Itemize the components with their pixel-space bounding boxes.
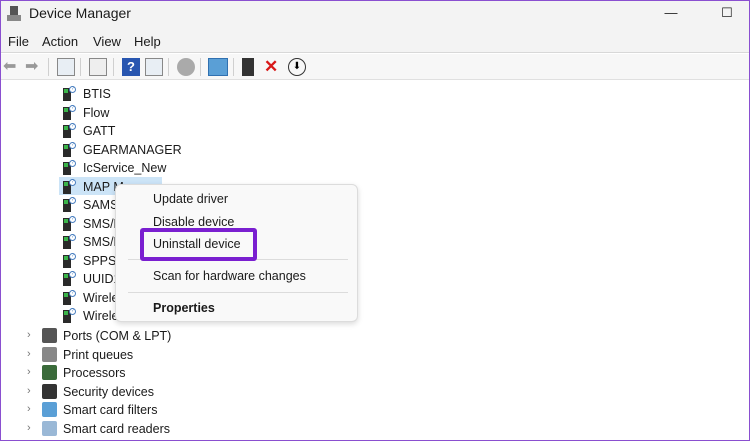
category-item[interactable]: Processors xyxy=(63,364,126,382)
smart-card-filter-icon xyxy=(42,402,57,417)
device-item[interactable]: BTIS xyxy=(83,85,111,103)
bluetooth-device-icon: ? xyxy=(61,215,76,232)
device-item[interactable]: Wirele xyxy=(83,289,118,307)
device-item[interactable]: Flow xyxy=(83,104,109,122)
menu-file[interactable]: File xyxy=(8,34,29,49)
bluetooth-device-icon: ? xyxy=(61,271,76,287)
category-item[interactable]: Print queues xyxy=(63,346,133,364)
menu-item-update-driver[interactable]: Update driver xyxy=(153,192,228,206)
bluetooth-device-icon: ? xyxy=(61,308,76,324)
device-item[interactable]: IcService_New xyxy=(83,159,166,177)
expand-chevron-icon[interactable]: › xyxy=(27,403,31,415)
expand-chevron-icon[interactable]: › xyxy=(27,385,31,397)
maximize-button[interactable]: ☐ xyxy=(717,5,737,23)
properties-icon[interactable] xyxy=(89,58,107,76)
forward-icon[interactable]: ➡ xyxy=(25,58,43,76)
highlight-box xyxy=(140,228,257,261)
menu-separator xyxy=(128,292,348,293)
help-icon[interactable]: ? xyxy=(122,58,140,76)
window-title: Device Manager xyxy=(29,5,131,21)
menu-bar: File Action View Help xyxy=(1,29,749,53)
back-icon[interactable]: ⬅ xyxy=(3,58,21,76)
security-device-icon xyxy=(42,383,57,399)
enable-device-icon[interactable] xyxy=(242,58,254,76)
expand-chevron-icon[interactable]: › xyxy=(27,422,31,434)
disable-device-icon[interactable]: ⬇ xyxy=(288,58,306,76)
uninstall-icon[interactable]: ✕ xyxy=(264,58,282,76)
expand-chevron-icon[interactable]: › xyxy=(27,348,31,360)
printer-icon xyxy=(42,346,57,362)
menu-item-scan-hardware[interactable]: Scan for hardware changes xyxy=(153,269,306,283)
menu-action[interactable]: Action xyxy=(42,34,78,49)
action-pane-icon[interactable] xyxy=(145,58,163,76)
bluetooth-device-icon: ? xyxy=(61,160,76,176)
ports-icon xyxy=(42,328,57,343)
device-item[interactable]: GATT xyxy=(83,122,115,140)
menu-help[interactable]: Help xyxy=(134,34,161,49)
device-item[interactable]: GEARMANAGER xyxy=(83,141,182,159)
category-item[interactable]: Ports (COM & LPT) xyxy=(63,327,171,345)
title-bar: Device Manager — ☐ xyxy=(1,1,749,29)
menu-item-properties[interactable]: Properties xyxy=(153,301,215,315)
bluetooth-device-icon: ? xyxy=(61,86,76,102)
processor-icon xyxy=(42,365,57,380)
menu-item-disable-device[interactable]: Disable device xyxy=(153,215,234,229)
expand-chevron-icon[interactable]: › xyxy=(27,366,31,378)
bluetooth-device-icon: ? xyxy=(61,234,76,250)
bluetooth-device-icon: ? xyxy=(61,252,76,269)
bluetooth-device-icon: ? xyxy=(61,123,76,139)
bluetooth-device-icon: ? xyxy=(61,178,76,195)
category-item[interactable]: Security devices xyxy=(63,383,154,401)
category-item[interactable]: Smart card readers xyxy=(63,420,170,438)
device-manager-icon xyxy=(7,6,21,22)
toolbar: ⬅ ➡ ? ✕ ⬇ xyxy=(1,54,749,80)
bluetooth-device-icon: ? xyxy=(61,141,76,158)
expand-chevron-icon[interactable]: › xyxy=(27,329,31,341)
scan-hardware-icon[interactable] xyxy=(208,58,228,76)
device-item[interactable]: Wirele xyxy=(83,307,118,325)
bluetooth-device-icon: ? xyxy=(61,197,76,213)
menu-view[interactable]: View xyxy=(93,34,121,49)
smart-card-reader-icon xyxy=(42,420,57,436)
bluetooth-device-icon: ? xyxy=(61,104,76,121)
bluetooth-device-icon: ? xyxy=(61,289,76,306)
device-item[interactable]: SAMS xyxy=(83,196,118,214)
category-item[interactable]: Smart card filters xyxy=(63,401,157,419)
minimize-button[interactable]: — xyxy=(661,5,681,23)
update-driver-icon[interactable] xyxy=(177,58,195,76)
show-hide-console-tree-icon[interactable] xyxy=(57,58,75,76)
